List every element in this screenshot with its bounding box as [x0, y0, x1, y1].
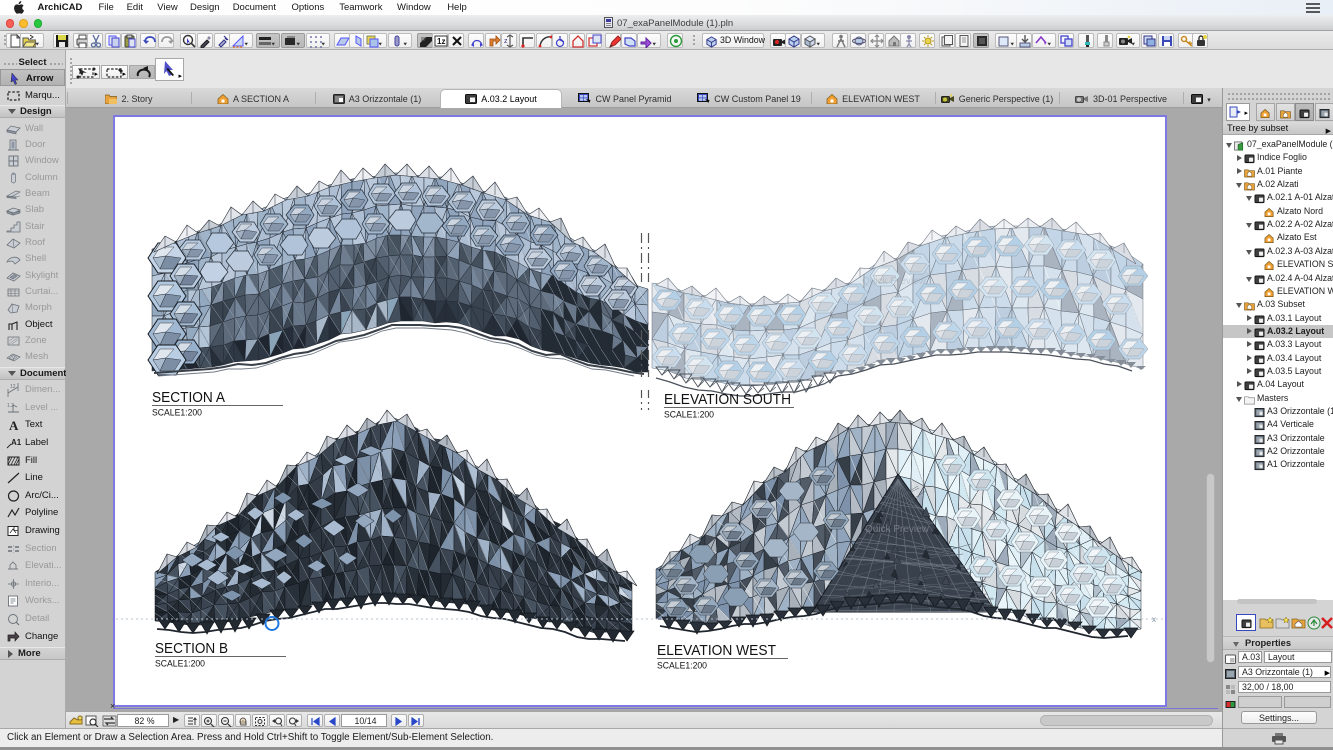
svg-text:12: 12: [10, 384, 16, 390]
svg-text:A: A: [9, 418, 19, 432]
svg-text:1z: 1z: [437, 37, 445, 46]
svg-text:z: z: [504, 38, 508, 45]
svg-text:ELEVATION WEST: ELEVATION WEST: [657, 643, 776, 659]
svg-text:Quick Preview: Quick Preview: [865, 524, 930, 535]
svg-text:ELEVATION SOUTH: ELEVATION SOUTH: [664, 392, 791, 408]
svg-text:SCALE1:200: SCALE1:200: [664, 410, 714, 420]
svg-text:A1: A1: [11, 438, 21, 447]
svg-text:SECTION B: SECTION B: [155, 641, 228, 657]
svg-text:Quick Preview: Quick Preview: [862, 276, 927, 287]
svg-text:1.2: 1.2: [7, 403, 14, 409]
svg-text:SCALE1:200: SCALE1:200: [155, 659, 205, 669]
svg-text:SCALE1:200: SCALE1:200: [657, 661, 707, 671]
svg-text:x: x: [1152, 615, 1156, 624]
svg-text:SECTION A: SECTION A: [152, 390, 225, 406]
svg-text:SCALE1:200: SCALE1:200: [152, 408, 202, 418]
